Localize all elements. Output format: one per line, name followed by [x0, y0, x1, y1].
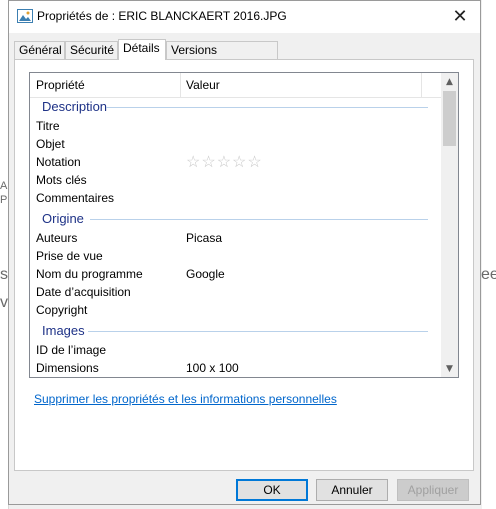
property-name: Dimensions: [36, 361, 99, 375]
list-item[interactable]: Mots clés: [30, 171, 443, 189]
list-item[interactable]: Objet: [30, 135, 443, 153]
star-icon[interactable]: ☆: [201, 154, 216, 171]
list-item[interactable]: Notation ☆☆☆☆☆: [30, 153, 443, 171]
column-divider[interactable]: [180, 73, 181, 97]
list-item[interactable]: Titre: [30, 117, 443, 135]
scroll-up-arrow-icon[interactable]: ▲: [441, 73, 458, 90]
column-header-value[interactable]: Valeur: [186, 78, 220, 92]
list-item[interactable]: Dimensions 100 x 100: [30, 359, 443, 377]
cancel-button[interactable]: Annuler: [316, 479, 388, 501]
group-divider: [106, 107, 428, 108]
scroll-down-arrow-icon[interactable]: ▼: [441, 360, 458, 377]
column-divider[interactable]: [421, 73, 422, 97]
tab-versions-precedentes[interactable]: Versions précédentes: [166, 41, 278, 74]
group-divider: [90, 219, 428, 220]
properties-dialog: Propriétés de : ERIC BLANCKAERT 2016.JPG…: [8, 0, 481, 505]
background-window-right: [482, 0, 496, 509]
property-name: Objet: [36, 137, 65, 151]
property-name: Nom du programme: [36, 267, 143, 281]
group-header-description[interactable]: Description: [30, 97, 443, 117]
property-value: Picasa: [186, 231, 223, 245]
list-item[interactable]: Date d’acquisition: [30, 283, 443, 301]
group-label: Description: [42, 99, 108, 114]
star-icon[interactable]: ☆: [186, 154, 201, 171]
list-item[interactable]: Auteurs Picasa: [30, 229, 443, 247]
property-name: Date d’acquisition: [36, 285, 131, 299]
tab-general[interactable]: Général: [14, 41, 65, 59]
details-panel: Propriété Valeur Description Titre Objet: [14, 59, 474, 471]
background-fragment: vi: [0, 294, 8, 311]
background-fragment: s: [0, 266, 8, 283]
group-header-images[interactable]: Images: [30, 321, 443, 341]
property-name: Commentaires: [36, 191, 115, 205]
list-item[interactable]: Copyright: [30, 301, 443, 319]
background-fragment: A: [0, 180, 8, 192]
star-icon[interactable]: ☆: [247, 154, 262, 171]
background-fragment: P: [0, 194, 8, 206]
group-label: Images: [42, 323, 85, 338]
list-item[interactable]: ID de l’image: [30, 341, 443, 359]
properties-list[interactable]: Propriété Valeur Description Titre Objet: [29, 72, 459, 378]
list-item[interactable]: Commentaires: [30, 189, 443, 207]
property-name: Copyright: [36, 303, 88, 317]
background-fragment: ee: [481, 266, 496, 283]
title-bar: Propriétés de : ERIC BLANCKAERT 2016.JPG…: [9, 1, 480, 33]
column-header-property[interactable]: Propriété: [36, 78, 85, 92]
ok-button[interactable]: OK: [236, 479, 308, 501]
group-label: Origine: [42, 211, 84, 226]
window-title: Propriétés de : ERIC BLANCKAERT 2016.JPG: [37, 9, 287, 23]
tab-details[interactable]: Détails: [118, 39, 166, 60]
group-header-origine[interactable]: Origine: [30, 209, 443, 229]
property-name: Auteurs: [36, 231, 78, 245]
vertical-scrollbar[interactable]: ▲ ▼: [441, 73, 458, 377]
list-item[interactable]: Prise de vue: [30, 247, 443, 265]
property-value: 100 x 100: [186, 361, 239, 375]
tab-securite[interactable]: Sécurité: [65, 41, 118, 59]
property-value: Google: [186, 267, 225, 281]
property-name: Prise de vue: [36, 249, 103, 263]
apply-button[interactable]: Appliquer: [397, 479, 469, 501]
image-file-icon: [17, 9, 33, 23]
property-name: ID de l’image: [36, 343, 107, 357]
group-divider: [88, 331, 428, 332]
list-item[interactable]: Nom du programme Google: [30, 265, 443, 283]
property-name: Mots clés: [36, 173, 87, 187]
list-header: Propriété Valeur: [30, 73, 443, 98]
property-name: Notation: [36, 155, 81, 169]
scroll-thumb[interactable]: [443, 91, 456, 146]
close-button[interactable]: ✕: [440, 1, 480, 31]
star-icon[interactable]: ☆: [217, 154, 232, 171]
property-name: Titre: [36, 119, 60, 133]
remove-properties-link[interactable]: Supprimer les propriétés et les informat…: [34, 392, 337, 406]
rating-stars[interactable]: ☆☆☆☆☆: [186, 152, 263, 172]
star-icon[interactable]: ☆: [232, 154, 247, 171]
